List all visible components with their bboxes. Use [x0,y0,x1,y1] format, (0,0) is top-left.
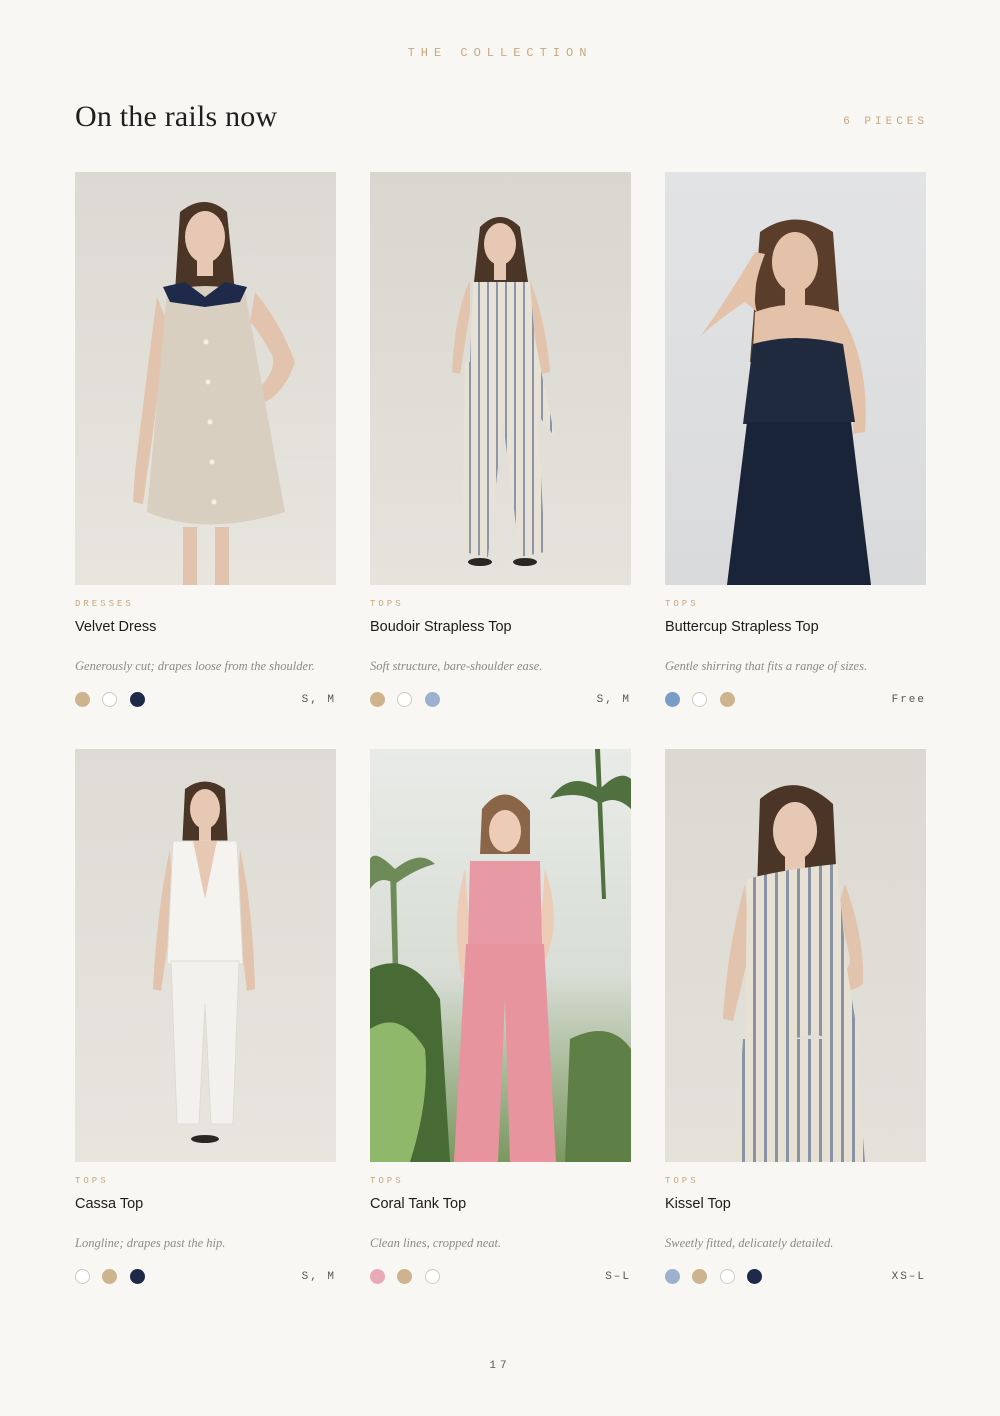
product-description: Longline; drapes past the hip. [75,1236,226,1250]
size-range: S, M [301,1271,336,1283]
product-description: Clean lines, cropped neat. [370,1236,502,1250]
size-range: S, M [301,694,336,706]
product-card[interactable]: TOPS Cassa Top Longline; drapes past the… [75,749,336,1288]
product-category: TOPS [75,1176,109,1186]
product-name[interactable]: Velvet Dress [75,619,336,639]
size-range: S–L [605,1271,631,1283]
color-swatch[interactable] [129,692,145,708]
product-meta: S, M [370,691,631,711]
product-photo[interactable] [370,749,631,1162]
product-card[interactable]: TOPS Boudoir Strapless Top Soft structur… [370,172,631,711]
product-description: Sweetly fitted, delicately detailed. [665,1236,834,1250]
color-swatch[interactable] [370,1269,385,1285]
product-photo[interactable] [75,172,336,585]
product-meta: S, M [75,1268,336,1288]
product-meta: S, M [75,691,336,711]
product-card[interactable]: TOPS Coral Tank Top Clean lines, cropped… [370,749,631,1288]
product-photo[interactable] [75,749,336,1162]
product-category: TOPS [370,1176,404,1186]
color-swatch[interactable] [424,1269,440,1285]
color-swatch[interactable] [692,1269,708,1285]
product-name[interactable]: Kissel Top [665,1196,926,1216]
color-swatch[interactable] [424,692,440,708]
color-swatch[interactable] [397,1269,413,1285]
product-photo[interactable] [370,172,631,585]
product-name[interactable]: Cassa Top [75,1196,336,1216]
page-number: 17 [489,1360,511,1372]
product-card[interactable]: DRESSES Velvet Dress Generously cut; dra… [75,172,336,711]
color-swatch[interactable] [102,1269,118,1285]
color-swatch[interactable] [692,692,708,708]
color-swatch[interactable] [75,692,90,708]
piece-count: 6 PIECES [843,116,928,128]
product-category: DRESSES [75,599,134,609]
product-meta: XS–L [665,1268,926,1288]
color-swatch[interactable] [370,692,385,708]
product-name[interactable]: Boudoir Strapless Top [370,619,631,639]
product-card[interactable]: TOPS Kissel Top Sweetly fitted, delicate… [665,749,926,1288]
color-swatch[interactable] [719,1269,735,1285]
product-category: TOPS [665,599,699,609]
color-swatch[interactable] [102,692,118,708]
product-description: Gentle shirring that fits a range of siz… [665,659,868,673]
product-category: TOPS [665,1176,699,1186]
page-title: On the rails now [75,100,278,133]
product-name[interactable]: Buttercup Strapless Top [665,619,926,639]
product-description: Soft structure, bare-shoulder ease. [370,659,543,673]
size-range: XS–L [891,1271,926,1283]
product-name[interactable]: Coral Tank Top [370,1196,631,1216]
color-swatch[interactable] [719,692,735,708]
color-swatch[interactable] [75,1269,90,1285]
product-meta: Free [665,691,926,711]
color-swatch[interactable] [129,1269,145,1285]
color-swatch[interactable] [665,692,680,708]
color-swatch[interactable] [397,692,413,708]
product-meta: S–L [370,1268,631,1288]
product-photo[interactable] [665,749,926,1162]
product-category: TOPS [370,599,404,609]
section-eyebrow: THE COLLECTION [407,46,593,60]
size-range: Free [891,694,926,706]
color-swatch[interactable] [747,1269,763,1285]
color-swatch[interactable] [665,1269,680,1285]
product-photo[interactable] [665,172,926,585]
product-description: Generously cut; drapes loose from the sh… [75,659,315,673]
size-range: S, M [596,694,631,706]
product-card[interactable]: TOPS Buttercup Strapless Top Gentle shir… [665,172,926,711]
